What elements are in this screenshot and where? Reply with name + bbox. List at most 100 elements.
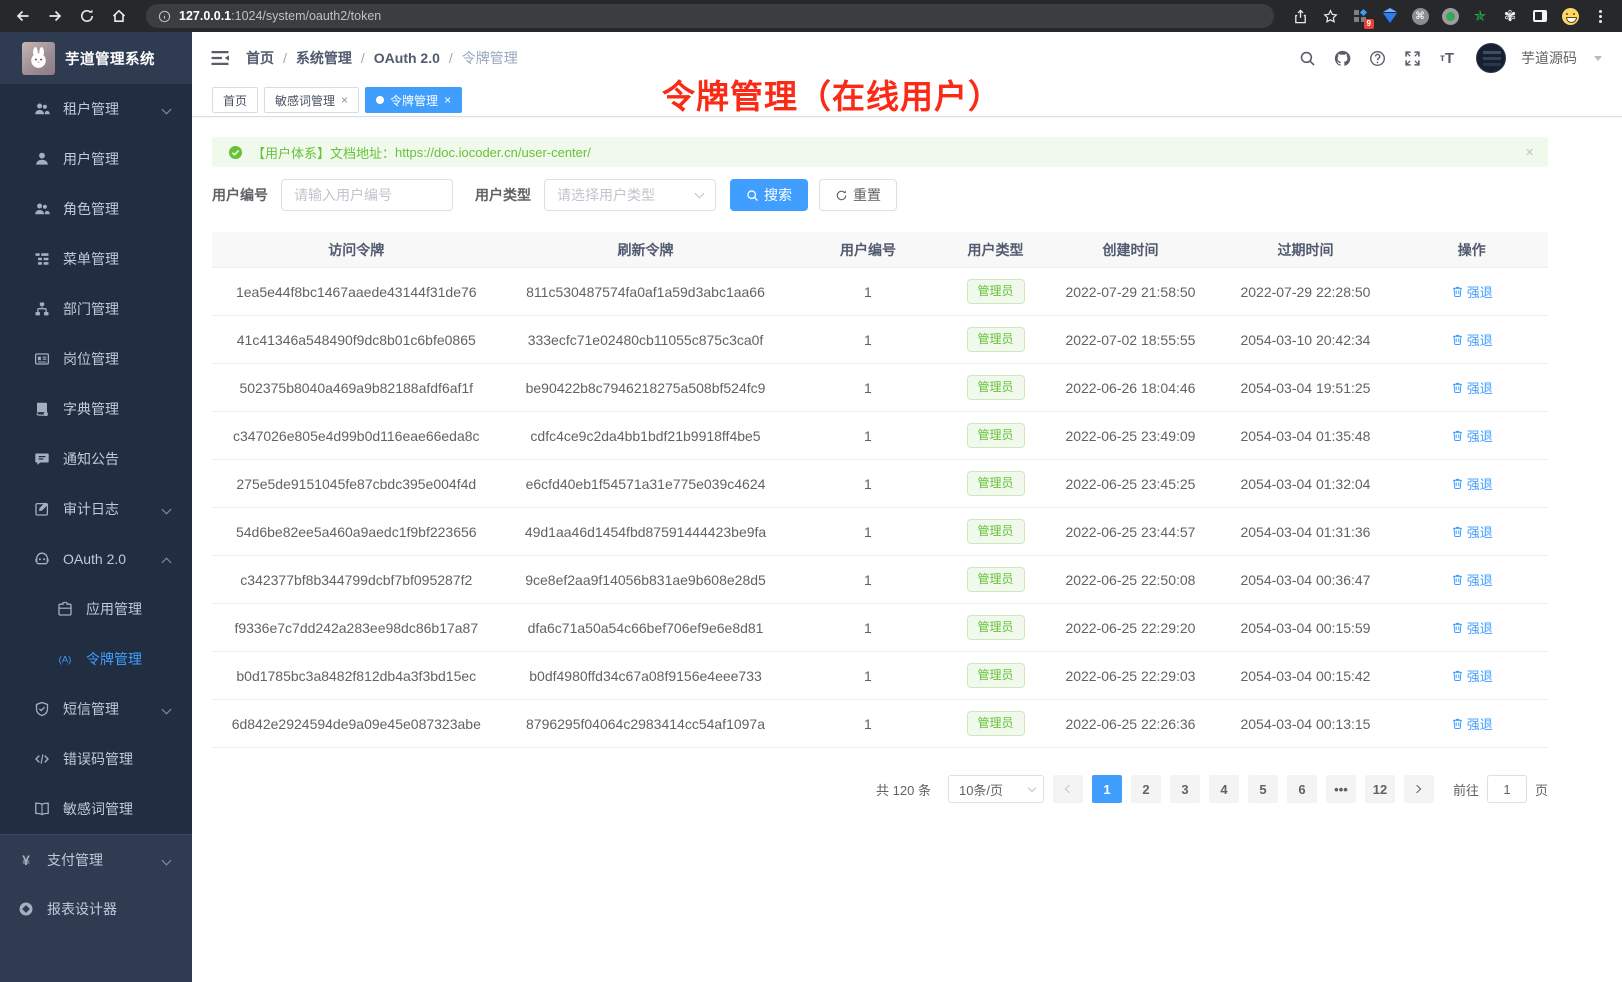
sidebar-item-audit-log[interactable]: 审计日志 [0,484,192,534]
sidebar-item-menu[interactable]: 菜单管理 [0,234,192,284]
page-button-2[interactable]: 2 [1131,775,1161,803]
browser-menu-icon[interactable] [1588,4,1612,28]
breadcrumb-item[interactable]: 首页 [246,48,274,68]
force-logout-button[interactable]: 强退 [1451,618,1493,637]
page-ellipsis-button[interactable]: ••• [1326,775,1356,803]
reload-icon[interactable] [74,3,100,29]
page-button-4[interactable]: 4 [1209,775,1239,803]
force-logout-button[interactable]: 强退 [1451,570,1493,589]
url-bar[interactable]: 127.0.0.1:1024/system/oauth2/token [146,4,1274,28]
goto-page-input[interactable] [1487,775,1527,803]
profile-emoji-icon[interactable] [1558,4,1582,28]
sidebar-header[interactable]: 芋道管理系统 [0,32,192,84]
extension-star-icon[interactable]: ✯ [1468,4,1492,28]
home-icon[interactable] [106,3,132,29]
page-button-12[interactable]: 12 [1365,775,1395,803]
page-button-5[interactable]: 5 [1248,775,1278,803]
force-logout-button[interactable]: 强退 [1451,378,1493,397]
github-icon[interactable] [1332,48,1352,68]
sidebar-item-pay[interactable]: ¥支付管理 [0,834,192,884]
sidebar-item-label: 角色管理 [63,199,119,219]
user-type-cell: 管理员 [945,615,1045,639]
avatar[interactable] [1476,43,1506,73]
prev-page-button[interactable] [1053,775,1083,803]
page-size-select[interactable]: 10条/页 [948,775,1044,803]
extension-record-icon[interactable] [1438,4,1462,28]
extension-command-icon[interactable]: ⌘ [1408,4,1432,28]
extension-gem-icon[interactable] [1378,4,1402,28]
expire-time-cell: 2054-03-04 19:51:25 [1215,380,1395,396]
user-icon [34,151,50,167]
info-icon[interactable] [158,10,171,23]
breadcrumb-item[interactable]: 系统管理 [296,48,352,68]
reset-button[interactable]: 重置 [819,179,897,211]
sidebar-item-notice[interactable]: 通知公告 [0,434,192,484]
sidebar-item-user[interactable]: 用户管理 [0,134,192,184]
breadcrumb-item[interactable]: OAuth 2.0 [374,50,440,66]
action-cell: 强退 [1396,618,1548,637]
sidebar-item-oauth2[interactable]: OAuth 2.0 [0,534,192,584]
force-logout-button[interactable]: 强退 [1451,522,1493,541]
user-type-select[interactable]: 请选择用户类型 [544,179,716,211]
share-icon[interactable] [1288,4,1312,28]
user-type-badge: 管理员 [967,711,1025,735]
back-icon[interactable] [10,3,36,29]
sidebar-item-report-designer[interactable]: 报表设计器 [0,884,192,934]
next-page-button[interactable] [1404,775,1434,803]
fullscreen-icon[interactable] [1402,48,1422,68]
table-row: 41c41346a548490f9dc8b01c6bfe0865333ecfc7… [212,316,1548,364]
help-icon[interactable] [1367,48,1387,68]
username[interactable]: 芋道源码 [1521,48,1577,68]
forward-icon[interactable] [42,3,68,29]
page-button-6[interactable]: 6 [1287,775,1317,803]
tab-sensitive-word[interactable]: 敏感词管理× [264,87,359,113]
force-logout-button[interactable]: 强退 [1451,666,1493,685]
refresh-token-cell: b0df4980ffd34c67a08f9156e4eee733 [501,668,791,684]
sidebar-item-post[interactable]: 岗位管理 [0,334,192,384]
navbar: 首页/系统管理/OAuth 2.0/令牌管理 тT 芋道源码 [192,32,1622,84]
tab-close-icon[interactable]: × [444,94,451,106]
force-logout-button[interactable]: 强退 [1451,714,1493,733]
sidebar-item-sensitive-word[interactable]: 敏感词管理 [0,784,192,834]
access-token-cell: f9336e7c7dd242a283ee98dc86b17a87 [212,620,501,636]
sidebar-item-role[interactable]: 角色管理 [0,184,192,234]
user-type-badge: 管理员 [967,327,1025,351]
extension-puzzle-icon[interactable]: ✾ [1498,4,1522,28]
search-button[interactable]: 搜索 [730,179,808,211]
tree-icon [34,301,50,317]
sidebar-item-label: 敏感词管理 [63,799,133,819]
force-logout-button[interactable]: 强退 [1451,330,1493,349]
tab-close-icon[interactable]: × [341,94,348,106]
page-button-3[interactable]: 3 [1170,775,1200,803]
user-type-cell: 管理员 [945,519,1045,543]
chevron-left-icon [1065,785,1073,793]
tab-home[interactable]: 首页 [212,87,258,113]
search-icon[interactable] [1297,48,1317,68]
user-caret-icon[interactable] [1594,56,1602,61]
sidebar-item-label: 通知公告 [63,449,119,469]
create-time-cell: 2022-06-25 22:26:36 [1046,716,1216,732]
sidebar-item-error-code[interactable]: 错误码管理 [0,734,192,784]
sidebar-item-dict[interactable]: 字典管理 [0,384,192,434]
tab-bar: 首页敏感词管理×令牌管理× [192,84,1622,117]
user-id-input[interactable] [281,179,453,211]
access-token-cell: 502375b8040a469a9b82188afdf6af1f [212,380,501,396]
alert-close-icon[interactable]: × [1525,144,1534,161]
force-logout-button[interactable]: 强退 [1451,282,1493,301]
sidebar-item-label: 部门管理 [63,299,119,319]
sidebar-collapse-icon[interactable] [210,48,230,68]
sidebar-toggle-icon[interactable] [1528,4,1552,28]
tab-token[interactable]: 令牌管理× [365,87,462,113]
sidebar-item-dept[interactable]: 部门管理 [0,284,192,334]
extension-grid-icon[interactable]: 9 [1348,4,1372,28]
sidebar-item-sms[interactable]: 短信管理 [0,684,192,734]
force-logout-button[interactable]: 强退 [1451,426,1493,445]
sidebar-item-oauth2-token[interactable]: (A)令牌管理 [0,634,192,684]
force-logout-button[interactable]: 强退 [1451,474,1493,493]
sidebar-item-tenant[interactable]: 租户管理 [0,84,192,134]
page-button-1[interactable]: 1 [1092,775,1122,803]
font-size-icon[interactable]: тT [1437,48,1457,68]
bookmark-star-icon[interactable] [1318,4,1342,28]
alert-link[interactable]: https://doc.iocoder.cn/user-center/ [395,145,591,160]
sidebar-item-oauth2-app[interactable]: 应用管理 [0,584,192,634]
